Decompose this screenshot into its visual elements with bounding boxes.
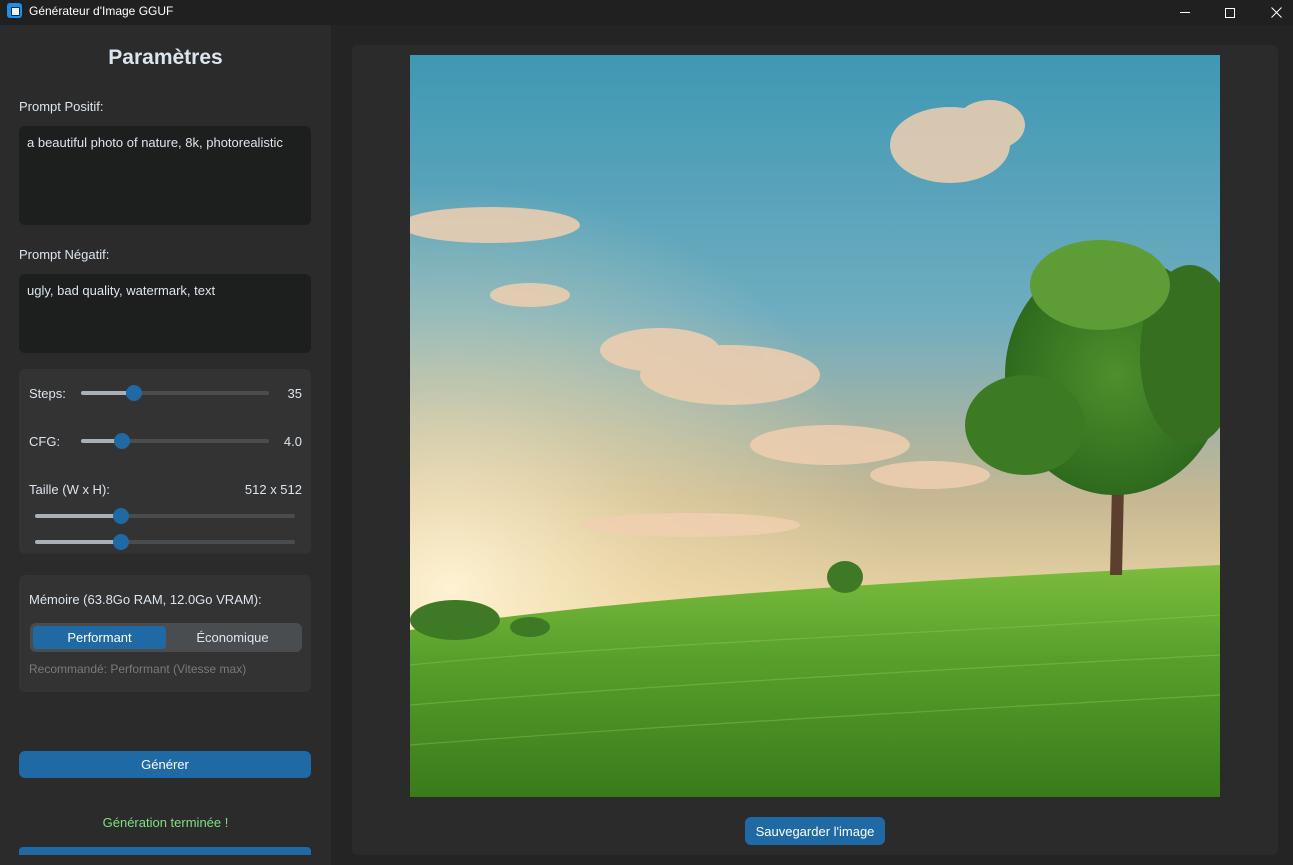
memory-label: Mémoire (63.8Go RAM, 12.0Go VRAM):: [29, 592, 262, 607]
maximize-icon: [1225, 7, 1235, 18]
landscape-picture: [410, 55, 1220, 797]
memory-hint: Recommandé: Performant (Vitesse max): [29, 662, 247, 676]
size-label: Taille (W x H):: [29, 482, 110, 497]
width-slider[interactable]: [35, 508, 295, 524]
cfg-slider-thumb[interactable]: [114, 433, 131, 449]
app-icon: [7, 3, 22, 18]
positive-prompt-input[interactable]: a beautiful photo of nature, 8k, photore…: [19, 126, 311, 225]
title-bar: Générateur d'Image GGUF: [0, 0, 1293, 25]
negative-prompt-label: Prompt Négatif:: [19, 247, 110, 262]
height-slider-fill: [35, 540, 121, 544]
status-text: Génération terminée !: [102, 815, 229, 830]
maximize-button[interactable]: [1207, 0, 1253, 25]
size-value: 512 x 512: [244, 482, 302, 497]
width-slider-thumb[interactable]: [112, 508, 129, 524]
close-icon: [1270, 7, 1282, 18]
height-slider[interactable]: [35, 534, 295, 550]
image-frame: Sauvegarder l'image: [352, 45, 1278, 855]
minimize-icon: [1180, 12, 1190, 13]
save-image-button[interactable]: Sauvegarder l'image: [745, 817, 885, 845]
cfg-slider[interactable]: [81, 433, 269, 449]
memory-option-economique[interactable]: Économique: [166, 626, 299, 649]
sidebar: Paramètres Prompt Positif: a beautiful p…: [0, 25, 331, 865]
width-slider-fill: [35, 514, 121, 518]
sidebar-title: Paramètres: [108, 46, 223, 69]
generated-image: [410, 55, 1220, 797]
memory-mode-selector[interactable]: Performant Économique: [30, 623, 302, 652]
steps-slider-thumb[interactable]: [125, 385, 142, 401]
positive-prompt-label: Prompt Positif:: [19, 99, 104, 114]
negative-prompt-input[interactable]: ugly, bad quality, watermark, text: [19, 274, 311, 353]
minimize-button[interactable]: [1162, 0, 1208, 25]
steps-slider[interactable]: [81, 385, 269, 401]
height-slider-thumb[interactable]: [112, 534, 129, 550]
memory-frame: Mémoire (63.8Go RAM, 12.0Go VRAM): Perfo…: [19, 575, 311, 692]
window-title: Générateur d'Image GGUF: [29, 4, 174, 18]
steps-value: 35: [287, 386, 302, 401]
close-button[interactable]: [1253, 0, 1293, 25]
cfg-value: 4.0: [283, 434, 302, 449]
memory-option-performant[interactable]: Performant: [33, 626, 166, 649]
steps-label: Steps:: [29, 386, 66, 401]
progress-bar: [19, 847, 311, 855]
sliders-frame: Steps: 35 CFG: 4.0 Taille (W x H): 512 x…: [19, 369, 311, 554]
cfg-label: CFG:: [29, 434, 61, 449]
generate-button[interactable]: Générer: [19, 751, 311, 778]
